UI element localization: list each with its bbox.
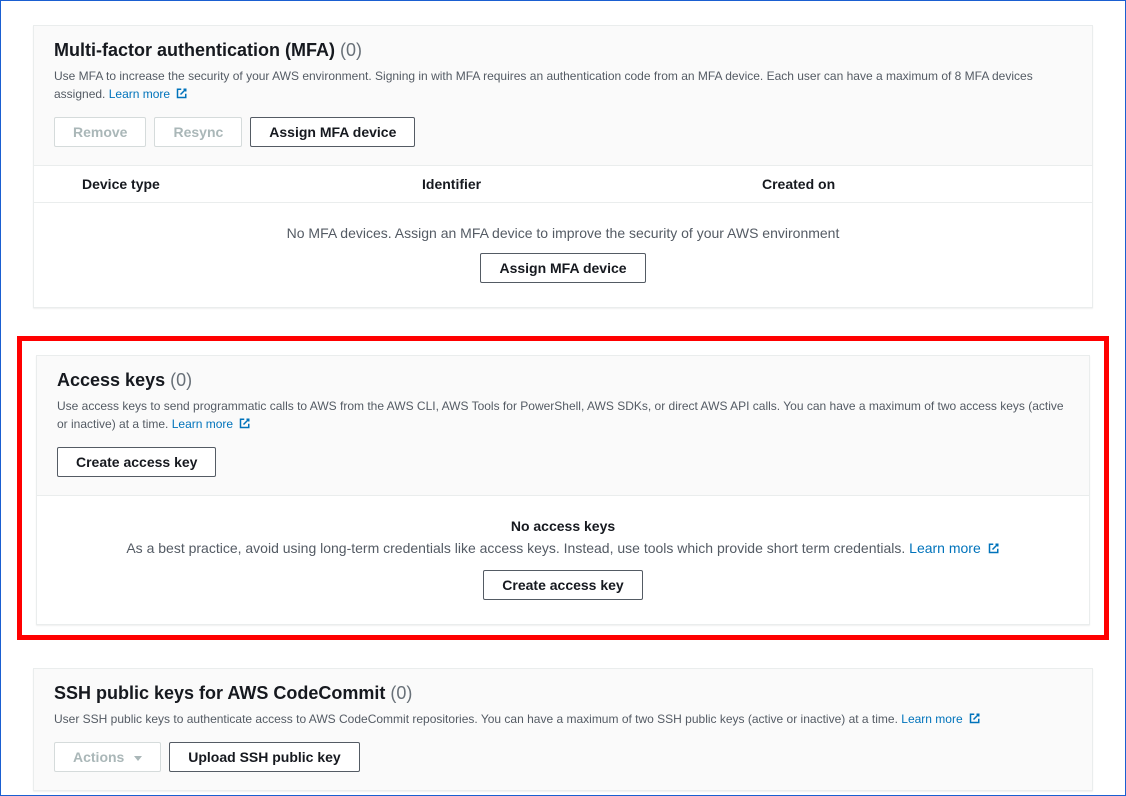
ssh-desc-text: User SSH public keys to authenticate acc…: [54, 712, 898, 726]
resync-button: Resync: [154, 117, 242, 147]
learn-more-label: Learn more: [172, 417, 233, 431]
access-keys-empty-state: No access keys As a best practice, avoid…: [37, 496, 1089, 624]
mfa-empty-state: No MFA devices. Assign an MFA device to …: [34, 203, 1092, 307]
mfa-empty-message: No MFA devices. Assign an MFA device to …: [54, 225, 1072, 241]
ssh-button-row: Actions Upload SSH public key: [54, 742, 1072, 772]
create-access-key-button[interactable]: Create access key: [57, 447, 216, 477]
access-keys-empty-subtitle: As a best practice, avoid using long-ter…: [57, 540, 1069, 556]
ssh-header: SSH public keys for AWS CodeCommit (0) U…: [34, 669, 1092, 790]
access-keys-empty-subtitle-text: As a best practice, avoid using long-ter…: [126, 540, 905, 556]
mfa-learn-more-link[interactable]: Learn more: [109, 87, 189, 101]
external-link-icon: [176, 86, 188, 98]
access-keys-highlight: Access keys (0) Use access keys to send …: [17, 336, 1109, 640]
external-link-icon: [239, 416, 251, 428]
ssh-title-text: SSH public keys for AWS CodeCommit: [54, 683, 385, 703]
device-type-column[interactable]: Device type: [82, 176, 422, 192]
access-keys-panel: Access keys (0) Use access keys to send …: [36, 355, 1090, 625]
actions-label: Actions: [73, 749, 124, 765]
no-access-keys-title: No access keys: [57, 518, 1069, 534]
mfa-button-row: Remove Resync Assign MFA device: [54, 117, 1072, 147]
access-keys-button-row: Create access key: [57, 447, 1069, 477]
ssh-count: (0): [390, 683, 412, 703]
access-keys-description: Use access keys to send programmatic cal…: [57, 397, 1069, 433]
access-keys-empty-learn-more-link[interactable]: Learn more: [909, 540, 999, 556]
external-link-icon: [969, 711, 981, 723]
upload-ssh-key-button[interactable]: Upload SSH public key: [169, 742, 359, 772]
chevron-down-icon: [134, 756, 142, 761]
remove-button: Remove: [54, 117, 146, 147]
ssh-panel: SSH public keys for AWS CodeCommit (0) U…: [33, 668, 1093, 791]
ssh-title: SSH public keys for AWS CodeCommit (0): [54, 683, 1072, 704]
create-access-key-empty-button[interactable]: Create access key: [483, 570, 642, 600]
identifier-column[interactable]: Identifier: [422, 176, 762, 192]
external-link-icon: [988, 541, 1000, 553]
access-keys-title-text: Access keys: [57, 370, 165, 390]
ssh-learn-more-link[interactable]: Learn more: [901, 712, 981, 726]
mfa-table-header: Device type Identifier Created on: [34, 166, 1092, 203]
mfa-count: (0): [340, 40, 362, 60]
assign-mfa-empty-button[interactable]: Assign MFA device: [480, 253, 645, 283]
mfa-title: Multi-factor authentication (MFA) (0): [54, 40, 1072, 61]
select-column: [54, 176, 82, 192]
access-keys-header: Access keys (0) Use access keys to send …: [37, 356, 1089, 496]
actions-dropdown-button: Actions: [54, 742, 161, 772]
created-on-column[interactable]: Created on: [762, 176, 1072, 192]
mfa-title-text: Multi-factor authentication (MFA): [54, 40, 335, 60]
access-keys-learn-more-link[interactable]: Learn more: [172, 417, 252, 431]
assign-mfa-button[interactable]: Assign MFA device: [250, 117, 415, 147]
access-keys-title: Access keys (0): [57, 370, 1069, 391]
mfa-panel: Multi-factor authentication (MFA) (0) Us…: [33, 25, 1093, 308]
learn-more-label: Learn more: [909, 540, 981, 556]
mfa-description: Use MFA to increase the security of your…: [54, 67, 1072, 103]
learn-more-label: Learn more: [109, 87, 170, 101]
access-keys-count: (0): [170, 370, 192, 390]
ssh-description: User SSH public keys to authenticate acc…: [54, 710, 1072, 728]
mfa-panel-header: Multi-factor authentication (MFA) (0) Us…: [34, 26, 1092, 166]
mfa-desc-text: Use MFA to increase the security of your…: [54, 69, 1033, 101]
learn-more-label: Learn more: [901, 712, 962, 726]
